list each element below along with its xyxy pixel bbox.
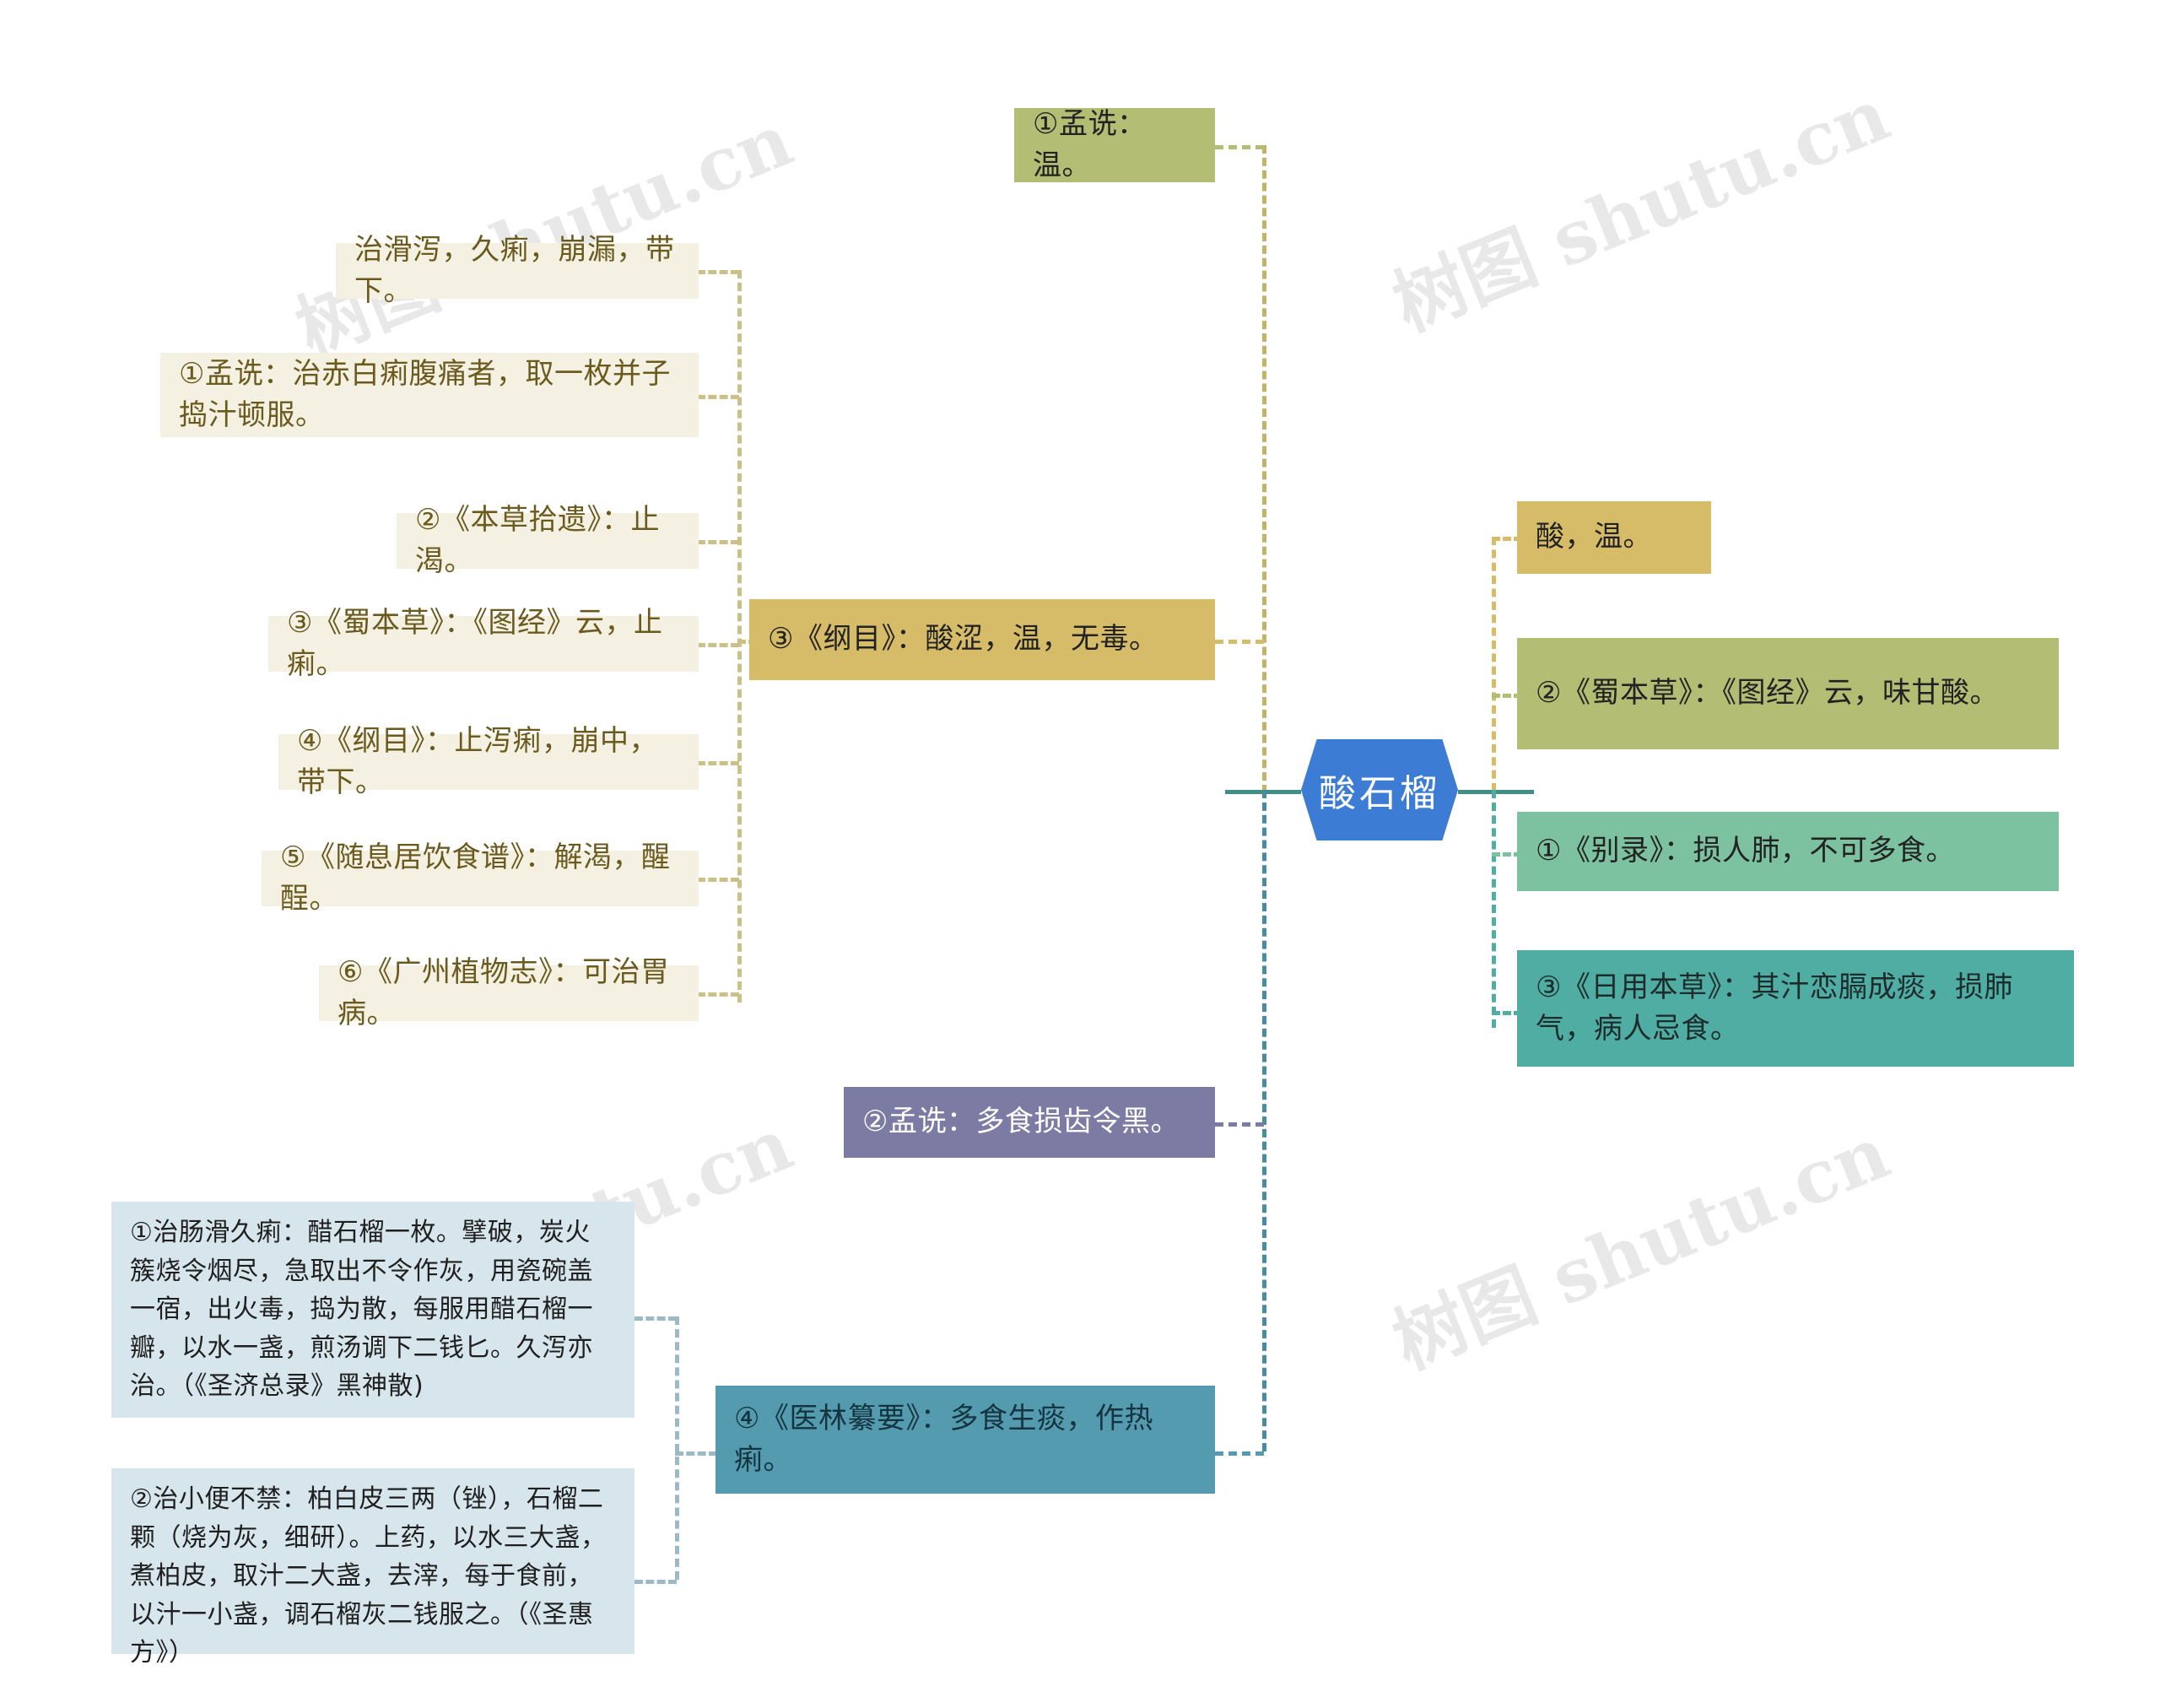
connector-root-right: [1458, 790, 1534, 794]
connector-leaf-item-1: [697, 395, 739, 399]
node-right-2[interactable]: ①《别录》：损人肺，不可多食。: [1517, 812, 2059, 891]
connector-trunk-leaf: [737, 270, 742, 1003]
node-left-top[interactable]: ①孟诜：温。: [1014, 107, 1215, 182]
node-left-steel[interactable]: ④《医林纂要》：多食生痰，作热痢。: [716, 1386, 1215, 1494]
connector-leaf-item-6: [697, 992, 739, 997]
node-right-0[interactable]: 酸，温。: [1517, 501, 1711, 574]
connector-leaf-item-4: [697, 761, 739, 765]
connector-trunk-right-teal: [1492, 790, 1496, 1028]
connector-prescription-1: [634, 1580, 677, 1584]
connector-left-purple-node: [1215, 1122, 1264, 1127]
node-leaf-1[interactable]: ①孟诜：治赤白痢腹痛者，取一枚并子捣汁顿服。: [160, 353, 699, 437]
connector-leaf-item-0: [697, 270, 739, 274]
node-right-3[interactable]: ③《日用本草》：其汁恋膈成痰，损肺气，病人忌食。: [1517, 950, 2074, 1067]
node-leaf-6[interactable]: ⑥《广州植物志》：可治胃病。: [319, 955, 699, 1030]
connector-leaf-item-5: [697, 878, 739, 882]
watermark: 树图 shutu.cn: [1381, 1110, 1901, 1386]
node-leaf-0[interactable]: 治滑泻，久痢，崩漏，带下。: [336, 233, 699, 308]
node-leaf-3[interactable]: ③《蜀本草》：《图经》云，止痢。: [268, 606, 699, 681]
connector-trunk-left-upper: [1262, 145, 1266, 793]
node-left-gangmu[interactable]: ③《纲目》：酸涩，温，无毒。: [749, 599, 1215, 680]
node-prescription-1[interactable]: ②治小便不禁：柏白皮三两（锉），石榴二颗（烧为灰，细研）。上药，以水三大盏，煮柏…: [111, 1468, 634, 1667]
connector-trunk-right-gold: [1492, 537, 1496, 792]
node-left-purple[interactable]: ②孟诜：多食损齿令黑。: [844, 1087, 1215, 1158]
node-leaf-4[interactable]: ④《纲目》：止泻痢，崩中，带下。: [278, 724, 699, 799]
mindmap-canvas: 树图 shutu.cn 树图 shutu.cn 树图 shutu.cn 树图 s…: [0, 0, 2160, 1708]
connector-left-gold-node: [1215, 640, 1264, 644]
connector-steel-to-prescriptions: [675, 1451, 717, 1456]
connector-leaf-item-3: [697, 643, 739, 647]
node-prescription-0[interactable]: ①治肠滑久痢：醋石榴一枚。擘破，炭火簇烧令烟尽，急取出不令作灰，用瓷碗盖一宿，出…: [111, 1202, 634, 1418]
connector-trunk-prescriptions: [675, 1316, 679, 1580]
node-right-1[interactable]: ②《蜀本草》：《图经》云，味甘酸。: [1517, 638, 2059, 749]
connector-prescription-0: [634, 1316, 677, 1321]
connector-left-steel-node: [1215, 1451, 1264, 1456]
connector-trunk-left-lower: [1262, 790, 1266, 1451]
connector-leaf-item-2: [697, 540, 739, 544]
node-leaf-5[interactable]: ⑤《随息居饮食谱》：解渴，醒酲。: [262, 840, 699, 916]
connector-left-top-node: [1215, 145, 1264, 149]
node-leaf-2[interactable]: ②《本草拾遗》：止渴。: [397, 503, 699, 578]
watermark: 树图 shutu.cn: [1381, 72, 1901, 349]
root-node[interactable]: 酸石榴: [1301, 739, 1458, 840]
